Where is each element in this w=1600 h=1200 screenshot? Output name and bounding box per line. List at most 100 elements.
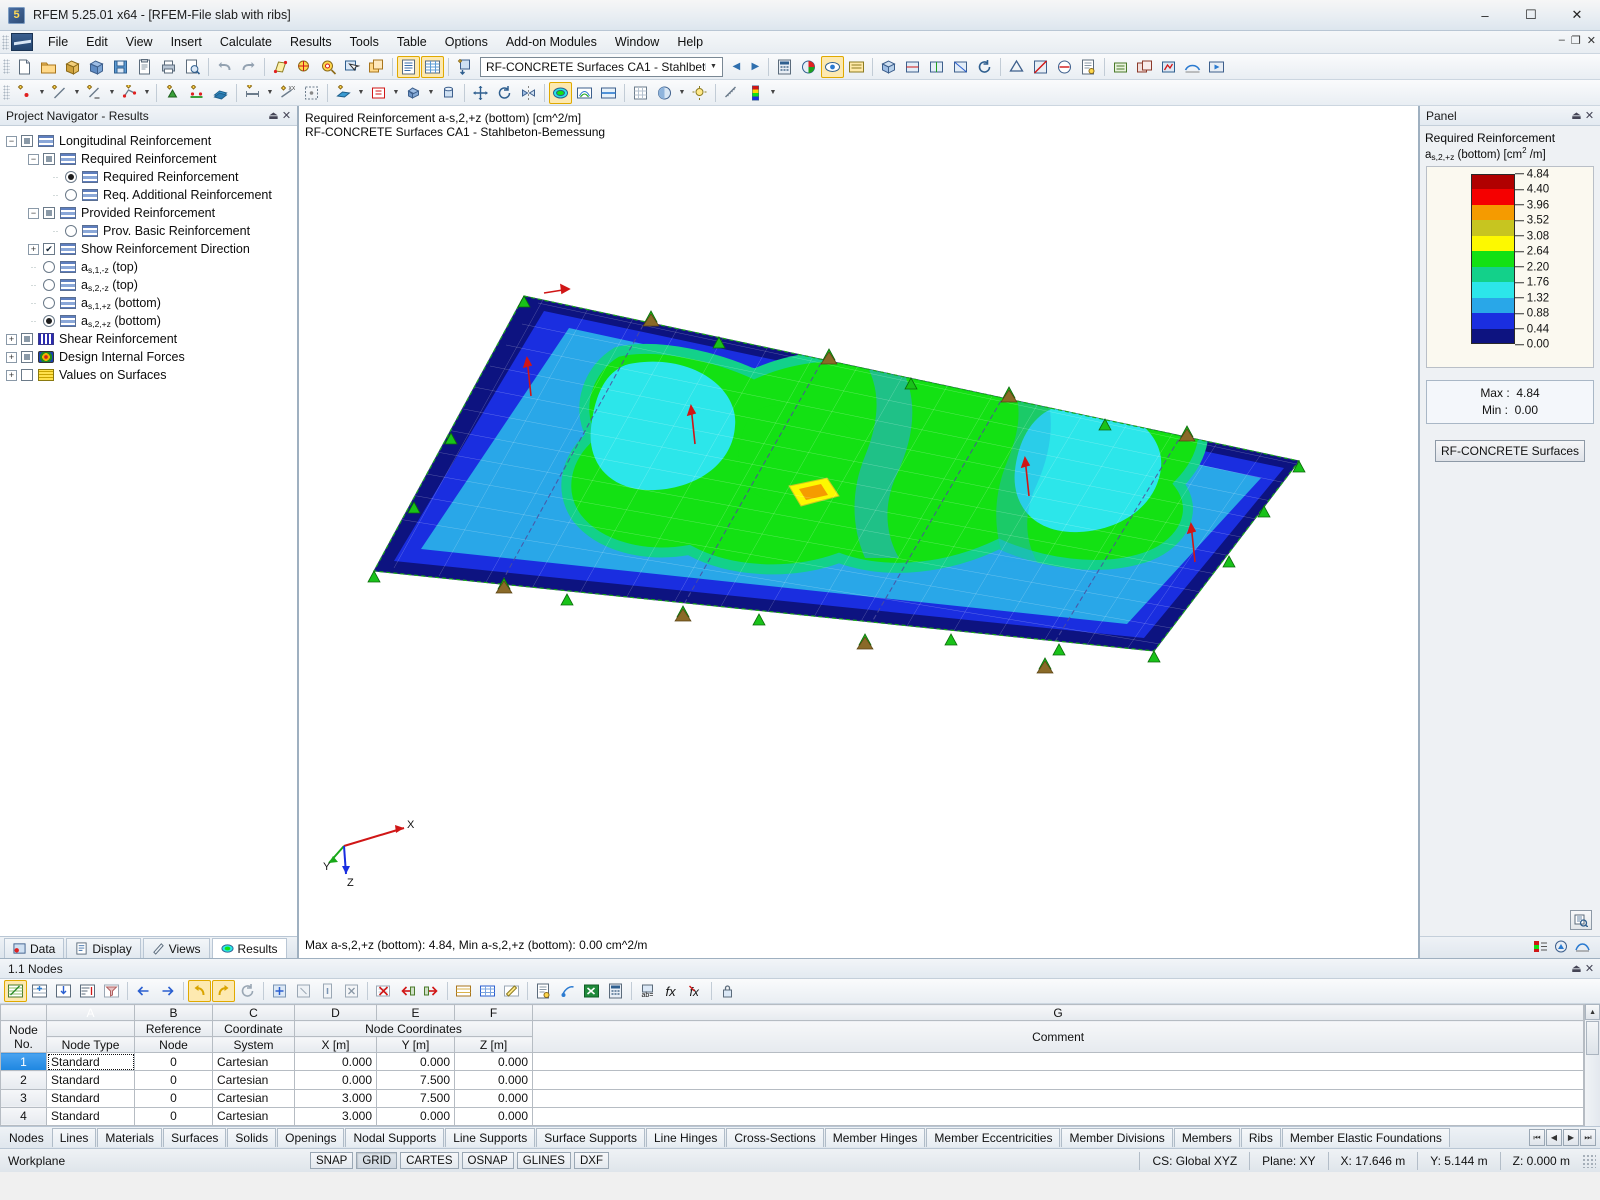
chevron-down-icon[interactable]: ▼ bbox=[265, 82, 275, 104]
table-vertical-scrollbar[interactable]: ▲ bbox=[1584, 1004, 1600, 1126]
chevron-down-icon[interactable]: ▼ bbox=[356, 82, 366, 104]
cell-node-type[interactable]: Standard bbox=[46, 1070, 135, 1090]
isolines-button[interactable] bbox=[573, 82, 596, 104]
model-viewport[interactable]: Required Reinforcement a-s,2,+z (bottom)… bbox=[298, 106, 1419, 958]
radio-button[interactable] bbox=[43, 261, 55, 273]
menu-addon-modules[interactable]: Add-on Modules bbox=[497, 32, 606, 52]
table-redo-button[interactable] bbox=[212, 980, 235, 1002]
expand-icon[interactable]: + bbox=[28, 243, 39, 255]
radio-button[interactable] bbox=[65, 225, 77, 237]
table-refresh-button[interactable] bbox=[236, 980, 259, 1002]
table-row[interactable]: 1 Standard 0 Cartesian 0.000 0.000 0.000 bbox=[0, 1051, 1585, 1072]
cell-node-no[interactable]: 4 bbox=[0, 1106, 47, 1126]
menu-window[interactable]: Window bbox=[606, 32, 668, 52]
chevron-down-icon[interactable]: ▼ bbox=[391, 82, 401, 104]
move-copy-button[interactable] bbox=[469, 82, 492, 104]
table-delete-row-button[interactable] bbox=[372, 980, 395, 1002]
table-tab-cross-sections[interactable]: Cross-Sections bbox=[726, 1128, 824, 1147]
close-icon[interactable]: ✕ bbox=[1583, 962, 1596, 975]
status-plane[interactable]: Plane: XY bbox=[1249, 1151, 1327, 1170]
cell-node-type[interactable]: Standard bbox=[46, 1051, 135, 1072]
load-combination-button[interactable] bbox=[1133, 56, 1156, 78]
table-tab-line-hinges[interactable]: Line Hinges bbox=[645, 1128, 726, 1147]
tristate-checkbox[interactable] bbox=[21, 333, 33, 345]
table-delete-function-button[interactable]: fx bbox=[684, 980, 707, 1002]
radio-button[interactable] bbox=[43, 279, 55, 291]
table-calculator-button[interactable] bbox=[604, 980, 627, 1002]
table-view-columns-button[interactable] bbox=[452, 980, 475, 1002]
scroll-up-button[interactable]: ▲ bbox=[1585, 1004, 1600, 1020]
collapse-icon[interactable]: − bbox=[6, 135, 17, 147]
cell-node-no[interactable]: 2 bbox=[0, 1070, 47, 1090]
table-tab-nodes[interactable]: Nodes bbox=[2, 1128, 51, 1147]
close-icon[interactable]: ✕ bbox=[1583, 109, 1596, 122]
tree-item-2[interactable]: ·· Required Reinforcement bbox=[6, 168, 297, 186]
menu-help[interactable]: Help bbox=[668, 32, 712, 52]
checkbox[interactable]: ✔ bbox=[43, 243, 55, 255]
column-letter-c[interactable]: C bbox=[212, 1004, 295, 1021]
navigator-tab-display[interactable]: Display bbox=[66, 938, 141, 958]
open-file-button[interactable] bbox=[37, 56, 60, 78]
cell-comment[interactable] bbox=[531, 1088, 1585, 1108]
table-tab-ribs[interactable]: Ribs bbox=[1240, 1128, 1281, 1147]
checkbox-empty[interactable] bbox=[21, 369, 33, 381]
tristate-checkbox[interactable] bbox=[21, 135, 33, 147]
cell-node-type[interactable]: Standard bbox=[46, 1106, 135, 1126]
table-delete-right-button[interactable] bbox=[420, 980, 443, 1002]
close-icon[interactable]: ✕ bbox=[280, 109, 293, 122]
undo-button[interactable] bbox=[213, 56, 236, 78]
tree-item-6[interactable]: + ✔ Show Reinforcement Direction bbox=[6, 240, 297, 258]
cell-y[interactable]: 7.500 bbox=[376, 1070, 455, 1090]
previous-case-button[interactable]: ◀ bbox=[727, 57, 745, 77]
show-results-button[interactable] bbox=[797, 56, 820, 78]
mirror-objects-button[interactable] bbox=[517, 82, 540, 104]
mdi-close-button[interactable]: ✕ bbox=[1587, 34, 1596, 47]
table-tab-strip[interactable]: Nodes Lines Materials Surfaces Solids Opening… bbox=[0, 1126, 1600, 1148]
cell-x[interactable]: 3.000 bbox=[294, 1106, 377, 1126]
menu-edit[interactable]: Edit bbox=[77, 32, 117, 52]
cell-reference-node[interactable]: 0 bbox=[134, 1051, 213, 1072]
table-row[interactable]: 3 Standard 0 Cartesian 3.000 7.500 0.000 bbox=[0, 1088, 1585, 1108]
pin-icon[interactable]: ⏏ bbox=[267, 109, 280, 122]
nodes-table-body[interactable]: 1 Standard 0 Cartesian 0.000 0.000 0.000 2 Stand… bbox=[0, 1051, 1585, 1126]
tab-first-button[interactable]: ⏮ bbox=[1529, 1129, 1545, 1146]
insert-node-button[interactable] bbox=[13, 82, 36, 104]
tristate-checkbox[interactable] bbox=[43, 207, 55, 219]
menu-results[interactable]: Results bbox=[281, 32, 341, 52]
show-navigator-button[interactable] bbox=[397, 55, 420, 78]
isometric-view-button[interactable] bbox=[877, 56, 900, 78]
new-file-button[interactable] bbox=[13, 56, 36, 78]
table-sort-button[interactable] bbox=[76, 980, 99, 1002]
insert-dimension-button[interactable] bbox=[83, 82, 106, 104]
radio-button-selected[interactable] bbox=[65, 171, 77, 183]
tree-item-1[interactable]: − Required Reinforcement bbox=[6, 150, 297, 168]
cell-reference-node[interactable]: 0 bbox=[134, 1088, 213, 1108]
reinforcement-contour-plot[interactable]: X Y Z bbox=[299, 106, 1419, 958]
status-toggle-snap[interactable]: SNAP bbox=[310, 1152, 354, 1169]
expand-icon[interactable]: + bbox=[6, 369, 17, 381]
chevron-down-icon[interactable]: ▼ bbox=[107, 82, 117, 104]
pin-icon[interactable]: ⏏ bbox=[1570, 109, 1583, 122]
lighting-button[interactable] bbox=[688, 82, 711, 104]
table-lock-button[interactable] bbox=[716, 980, 739, 1002]
cell-reference-node[interactable]: 0 bbox=[134, 1106, 213, 1126]
insert-mesh-button[interactable] bbox=[300, 82, 323, 104]
tab-next-button[interactable]: ▶ bbox=[1563, 1129, 1579, 1146]
save-all-button[interactable] bbox=[133, 56, 156, 78]
view-xy-button[interactable] bbox=[901, 56, 924, 78]
rotate-view-button[interactable] bbox=[973, 56, 996, 78]
status-toggle-osnap[interactable]: OSNAP bbox=[461, 1152, 514, 1169]
insert-cylinder-button[interactable] bbox=[437, 82, 460, 104]
toolbar-grip-handle-2[interactable] bbox=[3, 85, 10, 100]
view-yz-button[interactable] bbox=[949, 56, 972, 78]
cell-coordinate-system[interactable]: Cartesian bbox=[212, 1106, 295, 1126]
table-edit-cell-button[interactable] bbox=[500, 980, 523, 1002]
table-print-report-button[interactable] bbox=[532, 980, 555, 1002]
print-button[interactable] bbox=[157, 56, 180, 78]
chevron-down-icon[interactable]: ▼ bbox=[426, 82, 436, 104]
new-window-button[interactable] bbox=[365, 56, 388, 78]
rendering-mode-button[interactable] bbox=[653, 82, 676, 104]
tristate-checkbox[interactable] bbox=[21, 351, 33, 363]
cell-node-no[interactable]: 3 bbox=[0, 1088, 47, 1108]
table-tab-solids[interactable]: Solids bbox=[227, 1128, 277, 1147]
